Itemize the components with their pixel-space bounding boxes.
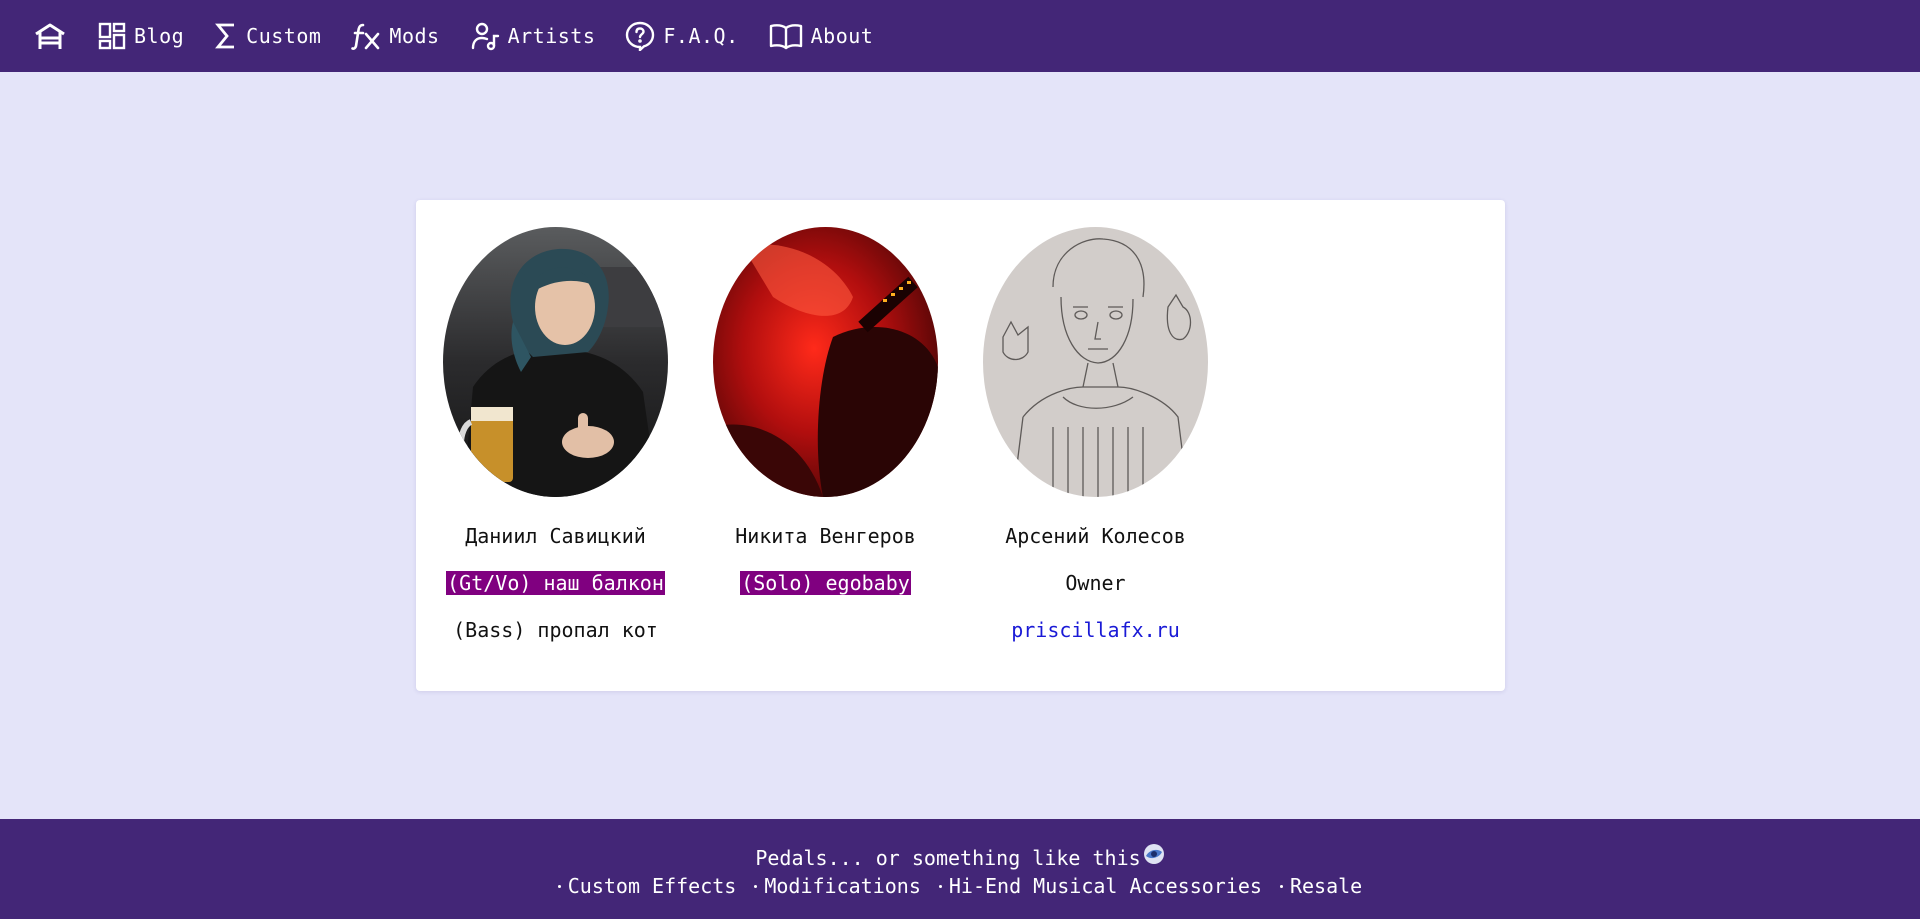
top-navbar: Blog Custom Mods Artists F.A.Q. About: [0, 0, 1920, 72]
footer-link-label: Resale: [1289, 874, 1363, 898]
footer-link-custom-effects[interactable]: Custom Effects: [557, 872, 737, 900]
band-highlight: (Solo) egobaby: [740, 571, 911, 595]
artist-name: Даниил Савицкий: [465, 524, 646, 548]
nav-about-label: About: [810, 24, 874, 48]
artist-band-1: (Gt/Vo) наш балкон: [446, 571, 665, 595]
artist-link-row: priscillafx.ru: [1011, 618, 1180, 642]
fx-icon: [351, 23, 380, 50]
artist-band-2: (Bass) пропал кот: [453, 618, 658, 642]
nav-about[interactable]: About: [769, 16, 874, 56]
footer-link-modifications[interactable]: Modifications: [754, 872, 921, 900]
footer-link-hi-end-accessories[interactable]: Hi-End Musical Accessories: [938, 872, 1262, 900]
nav-custom-label: Custom: [246, 24, 322, 48]
artist-name: Арсений Колесов: [1005, 524, 1186, 548]
sigma-icon: [215, 23, 235, 49]
home-button[interactable]: [32, 18, 68, 54]
book-icon: [769, 24, 802, 50]
artist-card-2: Никита Венгеров (Solo) egobaby: [713, 227, 938, 595]
nav-faq-label: F.A.Q.: [663, 24, 739, 48]
bullet-dot: [754, 884, 758, 888]
footer: Pedals... or something like this Custom …: [0, 819, 1920, 919]
footer-link-label: Hi-End Musical Accessories: [948, 874, 1262, 898]
artist-name: Никита Венгеров: [735, 524, 916, 548]
home-icon: [35, 23, 65, 49]
bullet-dot: [557, 884, 561, 888]
nav-mods-label: Mods: [389, 24, 440, 48]
nav-artists-label: Artists: [507, 24, 596, 48]
nav-blog[interactable]: Blog: [98, 16, 184, 56]
nav-faq[interactable]: F.A.Q.: [625, 16, 738, 56]
bullet-dot: [1279, 884, 1283, 888]
nav-custom[interactable]: Custom: [214, 16, 321, 56]
user-music-icon: [471, 22, 499, 51]
artist-role: Owner: [1065, 571, 1126, 595]
artist-band-1: (Solo) egobaby: [740, 571, 911, 595]
footer-link-label: Custom Effects: [567, 874, 737, 898]
tagline-text: Pedals... or something like this: [755, 845, 1141, 870]
artist-card-3: Арсений Колесов Owner priscillafx.ru: [983, 227, 1208, 642]
artist-photo: [713, 227, 938, 497]
footer-links: Custom Effects Modifications Hi-End Musi…: [0, 872, 1920, 900]
eye-icon: [1143, 843, 1165, 872]
footer-tagline: Pedals... or something like this: [0, 843, 1920, 872]
nav-mods[interactable]: Mods: [351, 16, 439, 56]
nav-artists[interactable]: Artists: [470, 16, 596, 56]
artist-website-link[interactable]: priscillafx.ru: [1011, 618, 1180, 642]
artist-card-1: Даниил Савицкий (Gt/Vo) наш балкон (Bass…: [443, 227, 668, 642]
question-icon: [626, 21, 655, 51]
artist-photo: [983, 227, 1208, 497]
artist-photo: [443, 227, 668, 497]
bullet-dot: [938, 884, 942, 888]
footer-link-resale[interactable]: Resale: [1279, 872, 1363, 900]
dashboard-icon: [98, 22, 126, 50]
nav-blog-label: Blog: [134, 24, 185, 48]
footer-link-label: Modifications: [764, 874, 921, 898]
artists-card: Даниил Савицкий (Gt/Vo) наш балкон (Bass…: [416, 200, 1505, 691]
band-highlight: (Gt/Vo) наш балкон: [446, 571, 665, 595]
